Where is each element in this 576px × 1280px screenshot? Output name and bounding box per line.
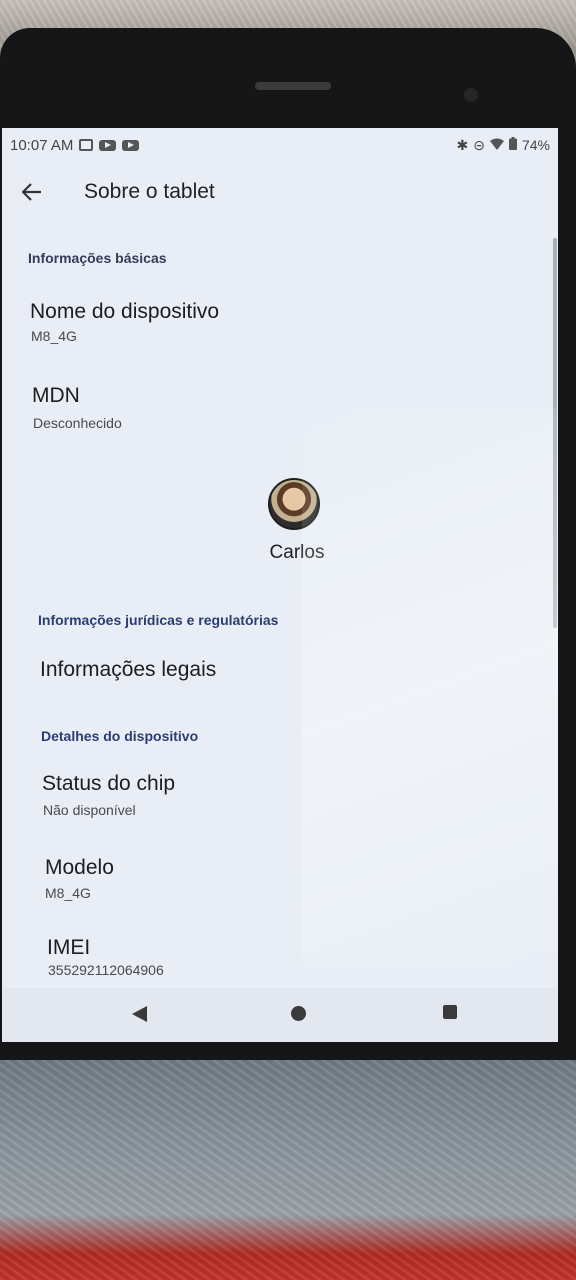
navigation-bar	[2, 988, 558, 1042]
screen-glare	[302, 408, 558, 968]
status-bar: 10:07 AM ✱ ⊝ 74%	[2, 128, 558, 162]
battery-percent: 74%	[521, 137, 550, 153]
speaker-grille	[255, 82, 331, 90]
nav-back-icon[interactable]	[132, 1006, 147, 1022]
pref-mdn-value: Desconhecido	[33, 415, 122, 431]
pref-legal-info-title: Informações legais	[40, 658, 217, 681]
nav-recents-icon[interactable]	[443, 1005, 457, 1019]
front-camera	[464, 88, 478, 102]
scrollbar[interactable]	[553, 238, 557, 628]
youtube-icon	[122, 139, 140, 151]
wifi-icon	[489, 137, 504, 153]
pref-device-name-value: M8_4G	[31, 328, 77, 344]
notification-box-icon	[79, 139, 94, 151]
avatar	[268, 478, 320, 530]
pref-mdn-title: MDN	[32, 384, 80, 407]
back-button[interactable]	[2, 162, 62, 222]
pref-model-title: Modelo	[45, 856, 114, 879]
section-header-basic-info: Informações básicas	[28, 250, 167, 266]
fabric-background-bottom	[0, 1060, 576, 1280]
status-time: 10:07 AM	[10, 136, 74, 154]
do-not-disturb-icon: ⊝	[473, 136, 485, 153]
app-bar: Sobre o tablet	[2, 162, 558, 222]
tablet-screen: 10:07 AM ✱ ⊝ 74% Sobre o tablet Informaç…	[2, 128, 558, 1042]
battery-icon	[508, 137, 517, 153]
pref-sim-status-title: Status do chip	[42, 772, 176, 795]
pref-device-name-title: Nome do dispositivo	[30, 300, 220, 323]
page-title: Sobre o tablet	[84, 180, 215, 203]
nav-home-icon[interactable]	[291, 1006, 306, 1021]
pref-model-value: M8_4G	[45, 885, 91, 901]
bluetooth-icon: ✱	[456, 136, 469, 153]
arrow-back-icon	[22, 183, 41, 201]
pref-sim-status-value: Não disponível	[43, 802, 136, 818]
profile-name: Carlos	[269, 542, 325, 563]
section-header-legal: Informações jurídicas e regulatórias	[38, 612, 279, 628]
pref-imei-value: 355292112064906	[48, 962, 164, 978]
pref-imei-title: IMEI	[47, 936, 91, 959]
status-right: ✱ ⊝ 74%	[457, 137, 551, 154]
status-left: 10:07 AM	[10, 136, 140, 154]
youtube-icon	[99, 139, 117, 151]
section-header-device-details: Detalhes do dispositivo	[41, 728, 199, 744]
